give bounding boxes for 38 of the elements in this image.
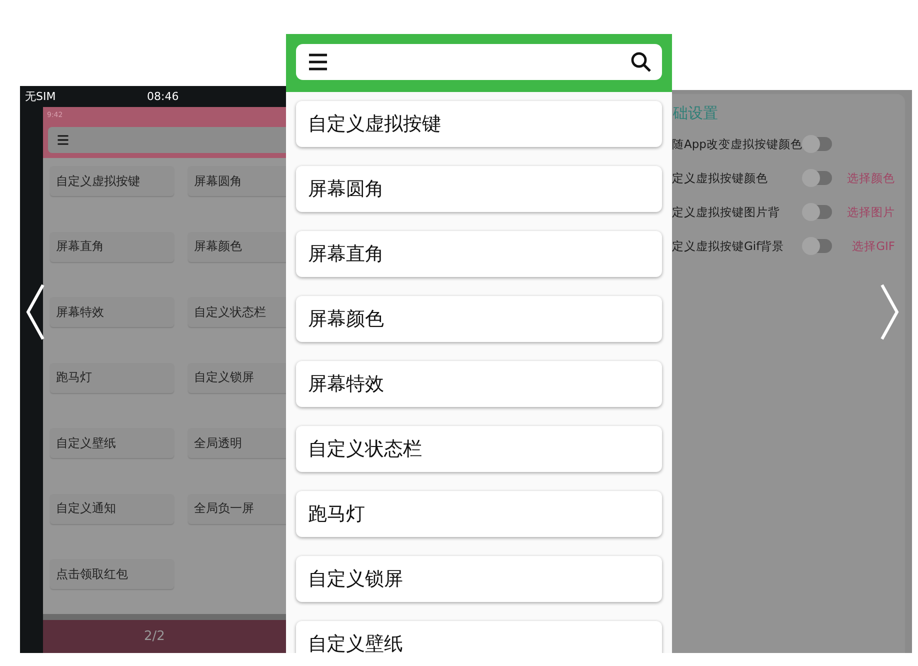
chevron-right-icon[interactable] — [880, 283, 900, 341]
menu-button[interactable]: 屏幕直角 — [50, 232, 174, 262]
menu-button[interactable]: 屏幕颜色 — [188, 232, 286, 262]
menu-button[interactable]: 自定义壁纸 — [50, 428, 174, 458]
menu-card[interactable]: 自定义虚拟按键 — [296, 101, 662, 147]
menu-card[interactable]: 自定义锁屏 — [296, 556, 662, 602]
setting-label: 定义虚拟按键Gif背景 — [672, 238, 786, 254]
search-icon[interactable] — [629, 50, 653, 74]
setting-label: 定义虚拟按键颜色 — [672, 170, 769, 186]
toggle-switch[interactable] — [804, 137, 832, 151]
menu-card[interactable]: 屏幕特效 — [296, 361, 662, 407]
menu-button[interactable]: 自定义锁屏 — [188, 362, 286, 393]
menu-card[interactable]: 自定义状态栏 — [296, 426, 662, 472]
menu-card[interactable]: 跑马灯 — [296, 491, 662, 537]
carrier-text: 无SIM — [24, 89, 57, 104]
chevron-left-icon[interactable] — [25, 283, 45, 341]
search-bar[interactable] — [296, 44, 662, 80]
setting-label: 定义虚拟按键图片背 — [672, 204, 781, 220]
menu-button[interactable]: 自定义通知 — [50, 494, 174, 524]
menu-button[interactable]: 跑马灯 — [50, 362, 174, 393]
menu-button[interactable]: 屏幕圆角 — [188, 166, 286, 196]
setting-label: 随App改变虚拟按键颜色 — [672, 136, 802, 152]
menu-card[interactable]: 屏幕颜色 — [296, 296, 662, 342]
toggle-switch[interactable] — [804, 239, 832, 253]
menu-card[interactable]: 自定义壁纸 — [296, 621, 662, 653]
menu-button[interactable]: 自定义状态栏 — [188, 297, 286, 328]
section-title: 础设置 — [672, 104, 719, 123]
menu-button[interactable]: 屏幕特效 — [50, 297, 174, 328]
menu-button[interactable]: 自定义虚拟按键 — [50, 166, 174, 196]
clock-text: 08:46 — [147, 90, 179, 103]
menu-button[interactable]: 点击领取红包 — [50, 559, 174, 590]
menu-button[interactable]: 全局透明 — [188, 428, 286, 458]
menu-card[interactable]: 屏幕圆角 — [296, 166, 662, 212]
toggle-switch[interactable] — [804, 171, 832, 185]
menu-button[interactable]: 全局负一屏 — [188, 494, 286, 524]
toggle-switch[interactable] — [804, 205, 832, 219]
menu-card[interactable]: 屏幕直角 — [296, 231, 662, 277]
page-indicator: 2/2 — [144, 629, 165, 644]
